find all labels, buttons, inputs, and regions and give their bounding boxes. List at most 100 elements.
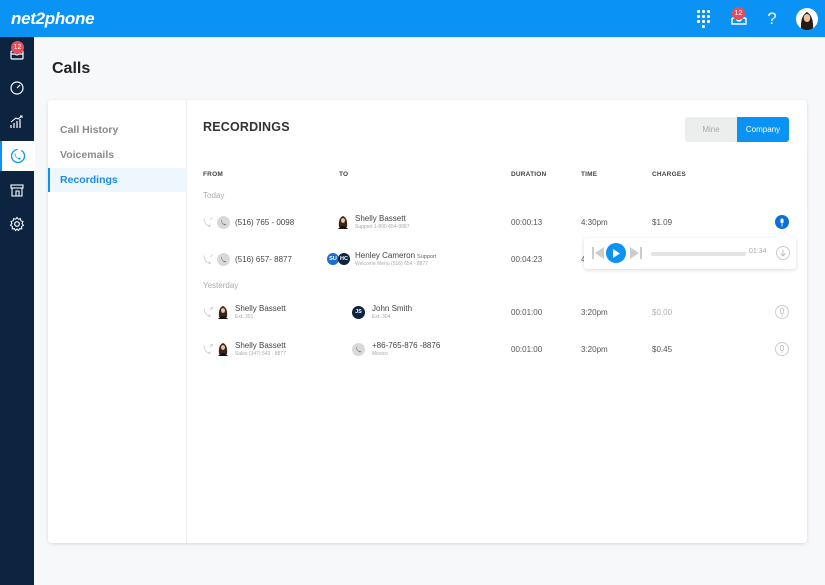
page-title: Calls <box>52 60 91 77</box>
incoming-call-icon <box>203 254 213 264</box>
top-bar: net2phone 12 ? <box>0 0 825 37</box>
from-cell: Shelly Bassett Sales (347) 543 - 8877 <box>202 335 286 363</box>
subnav-item-call-history[interactable]: Call History <box>48 118 187 142</box>
time-cell: 3:20pm <box>581 344 608 354</box>
mine-company-toggle: Mine Company <box>685 117 789 142</box>
duration-cell: 00:01:00 <box>511 307 543 317</box>
recording-toggle-button[interactable] <box>775 335 789 363</box>
microphone-icon <box>775 342 789 356</box>
caller-photo-avatar <box>217 342 229 356</box>
outgoing-call-icon <box>203 344 213 354</box>
sidebar-item-inbox[interactable]: 12 <box>0 38 34 68</box>
user-avatar <box>796 7 818 30</box>
incoming-call-icon <box>203 217 213 227</box>
recording-row[interactable]: Shelly Bassett Sales (347) 543 - 8877 +8… <box>187 335 807 363</box>
to-cell: +86-765-876 -8876 Mexico <box>352 335 440 363</box>
to-cell: SU HC Henley Cameron Support Welcome Menu… <box>327 245 436 273</box>
play-icon <box>613 248 620 258</box>
sidebar-item-store[interactable] <box>0 175 34 205</box>
notifications-badge: 12 <box>732 7 745 20</box>
microphone-icon <box>775 215 789 229</box>
skip-forward-icon[interactable] <box>630 247 642 259</box>
caller-photo-avatar <box>217 305 229 319</box>
to-contact-name: Henley Cameron <box>355 251 416 260</box>
dialpad-icon <box>696 9 710 28</box>
to-cell: JS John Smith Ext. 304 <box>352 298 412 326</box>
to-contact-detail: Support 1-800-654-9987 <box>355 224 410 230</box>
notifications-button[interactable]: 12 <box>728 0 750 37</box>
to-location: Mexico <box>372 351 388 357</box>
column-header-charges[interactable]: CHARGES <box>652 171 686 178</box>
analytics-icon <box>10 115 23 128</box>
sidebar-item-analytics[interactable] <box>0 107 34 137</box>
column-header-from[interactable]: FROM <box>203 171 223 178</box>
to-number: +86-765-876 -8876 <box>372 341 441 350</box>
recordings-panel: RECORDINGS Mine Company FROM TO DURATION… <box>187 100 807 543</box>
caller-phone-avatar <box>217 215 230 229</box>
help-button[interactable]: ? <box>764 0 780 37</box>
from-number: (516) 765 - 0098 <box>235 217 295 227</box>
recordings-card: Call History Voicemails Recordings RECOR… <box>48 100 807 543</box>
toggle-company-button[interactable]: Company <box>737 117 789 142</box>
dialpad-button[interactable] <box>693 0 713 37</box>
to-cell: Shelly Bassett Support 1-800-654-9987 <box>337 208 410 236</box>
download-button[interactable] <box>776 246 790 260</box>
playback-progress-slider[interactable] <box>651 252 746 256</box>
column-header-time[interactable]: TIME <box>581 171 597 178</box>
caller-phone-avatar <box>217 252 230 266</box>
from-contact-detail: Ext. 301 <box>235 314 254 320</box>
net2phone-logo[interactable]: net2phone <box>11 9 95 29</box>
user-avatar-button[interactable] <box>796 0 818 37</box>
from-number: (516) 657- 8877 <box>235 254 292 264</box>
column-header-to[interactable]: TO <box>339 171 348 178</box>
calls-subnav: Call History Voicemails Recordings <box>48 100 187 543</box>
subnav-item-recordings[interactable]: Recordings <box>48 168 187 192</box>
contact-avatar-js: JS <box>352 305 365 319</box>
from-contact-detail: Sales (347) 543 - 8877 <box>235 351 286 357</box>
recording-row[interactable]: (516) 765 - 0098 Shelly Bassett Support … <box>187 208 807 236</box>
to-contact-detail: Ext. 304 <box>372 314 391 320</box>
playback-time: 01:34 <box>749 248 767 255</box>
to-contact-name: John Smith <box>372 304 413 313</box>
contact-avatar-hc: HC <box>338 253 350 265</box>
from-cell: (516) 765 - 0098 <box>202 208 294 236</box>
recording-toggle-button[interactable] <box>775 298 789 326</box>
duration-cell: 00:04:23 <box>511 254 543 264</box>
to-contact-tag: Support <box>417 254 437 260</box>
time-cell: 4:30pm <box>581 217 608 227</box>
phone-icon <box>10 148 25 164</box>
sidebar-item-settings[interactable] <box>0 209 34 239</box>
external-number-avatar <box>352 342 365 356</box>
sidebar-item-dashboard[interactable] <box>0 73 34 103</box>
duration-cell: 00:01:00 <box>511 344 543 354</box>
charges-cell: $0.45 <box>652 344 673 354</box>
contact-photo-avatar <box>337 215 349 229</box>
sidebar-inbox-badge: 12 <box>11 41 24 54</box>
play-button[interactable] <box>606 243 626 263</box>
charges-cell: $0.00 <box>652 307 673 317</box>
group-label-today: Today <box>203 191 225 200</box>
toggle-mine-button[interactable]: Mine <box>685 117 737 142</box>
download-icon <box>780 249 786 257</box>
group-label-yesterday: Yesterday <box>203 281 239 290</box>
skip-back-icon[interactable] <box>592 247 604 259</box>
help-icon: ? <box>767 8 777 28</box>
recording-row[interactable]: Shelly Bassett Ext. 301 JS John Smith Ex… <box>187 298 807 326</box>
outgoing-call-icon <box>203 307 213 317</box>
column-header-duration[interactable]: DURATION <box>511 171 546 178</box>
subnav-item-voicemails[interactable]: Voicemails <box>48 143 187 167</box>
to-contact-name: Shelly Bassett <box>355 214 406 223</box>
section-title: RECORDINGS <box>203 120 290 134</box>
charges-cell: $1.09 <box>652 217 673 227</box>
sidebar-item-calls[interactable] <box>0 141 35 171</box>
to-contact-detail: Welcome Menu (516) 654 - 8877 <box>355 261 429 267</box>
from-cell: Shelly Bassett Ext. 301 <box>202 298 286 326</box>
left-sidebar: 12 <box>0 37 35 585</box>
audio-player: 01:34 <box>584 238 796 269</box>
from-contact-name: Shelly Bassett <box>235 341 286 350</box>
duration-cell: 00:00:13 <box>511 217 543 227</box>
time-cell: 3:20pm <box>581 307 608 317</box>
from-contact-name: Shelly Bassett <box>235 304 286 313</box>
dashboard-gauge-icon <box>10 81 24 95</box>
microphone-icon <box>775 305 789 319</box>
